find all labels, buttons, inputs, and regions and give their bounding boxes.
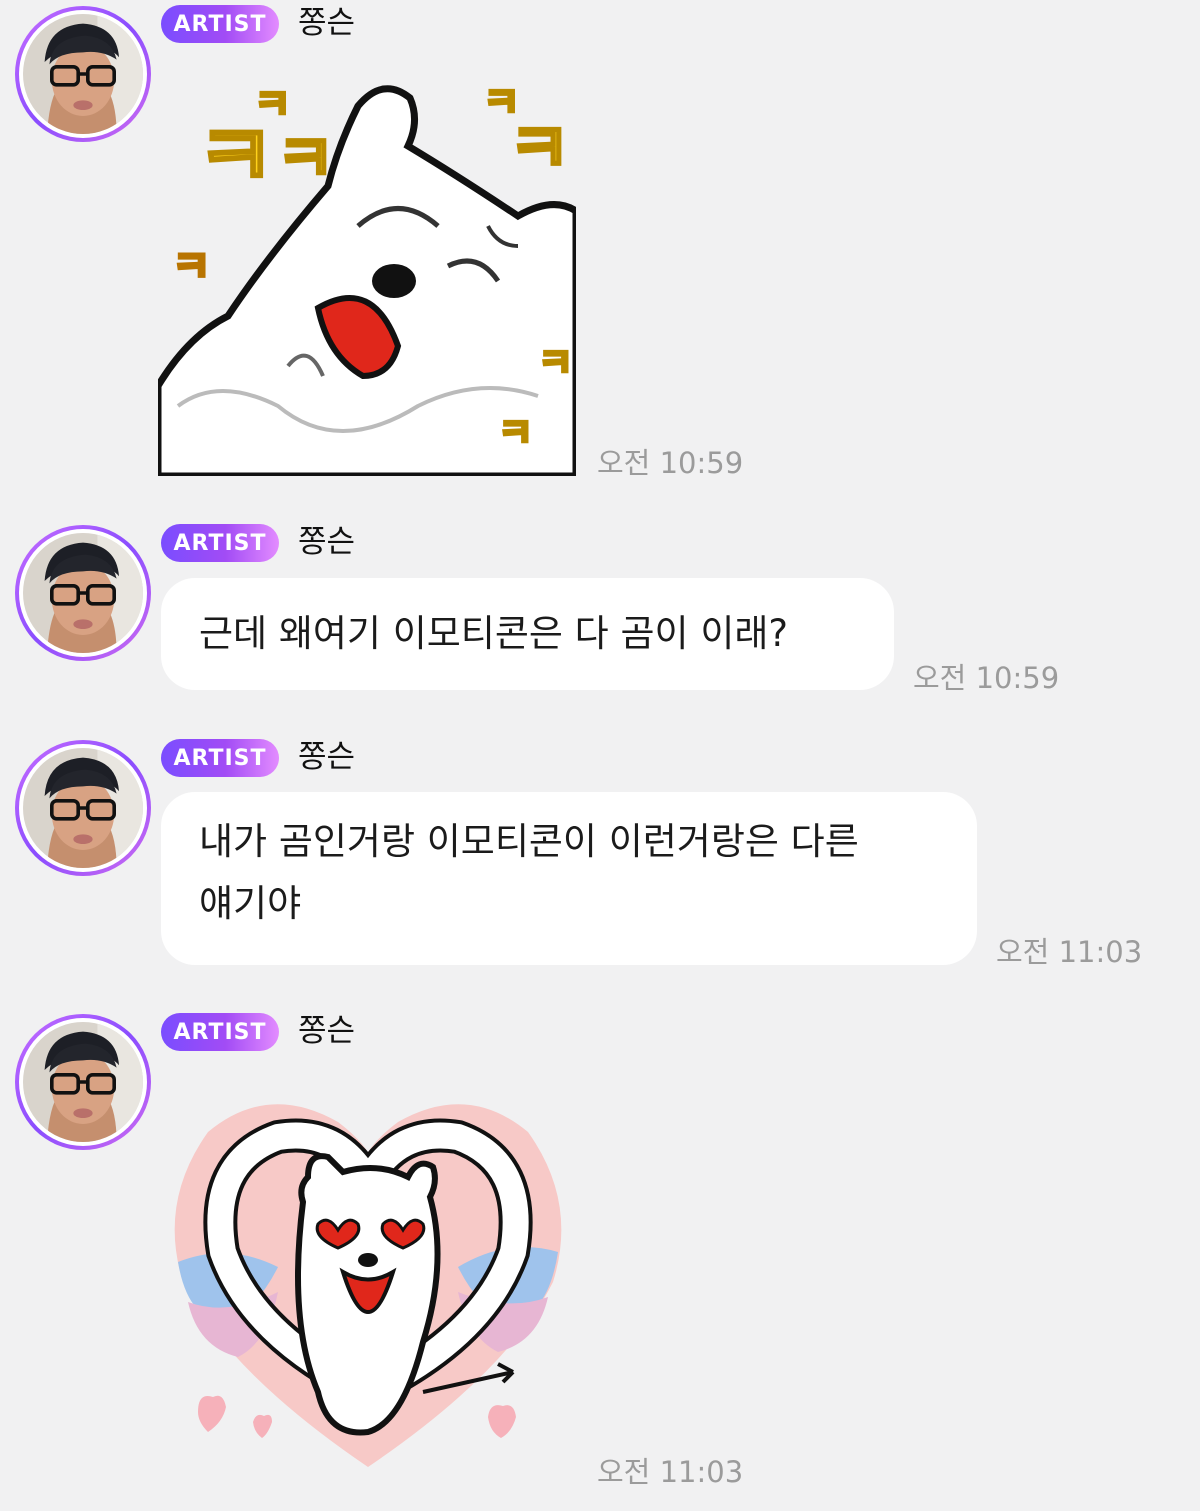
sender-name: 쫑슨 <box>298 524 356 560</box>
avatar[interactable] <box>15 1014 151 1150</box>
sticker-text: ㅋ <box>538 341 573 385</box>
message-text: 근데 왜여기 이모티콘은 다 곰이 이래? <box>199 612 789 655</box>
artist-badge: ARTIST <box>161 1013 279 1051</box>
timestamp: 오전 10:59 <box>597 446 744 480</box>
timestamp: 오전 11:03 <box>996 935 1143 969</box>
avatar[interactable] <box>15 740 151 876</box>
message-text-line: 얘기야 <box>199 882 302 925</box>
message-bubble[interactable]: 근데 왜여기 이모티콘은 다 곰이 이래? <box>161 578 894 690</box>
sticker-text: ㅋ <box>172 242 211 291</box>
avatar-photo-icon <box>23 533 143 653</box>
avatar-photo-icon <box>23 1022 143 1142</box>
message-bubble[interactable]: 내가 곰인거랑 이모티콘이 이런거랑은 다른 얘기야 <box>161 792 977 965</box>
avatar-photo-icon <box>23 14 143 134</box>
avatar-photo-icon <box>23 748 143 868</box>
message-text-line: 내가 곰인거랑 이모티콘이 이런거랑은 다른 <box>199 820 859 863</box>
sticker-text: ㅋ <box>254 82 291 128</box>
sticker-text: ㅋ <box>498 411 533 455</box>
timestamp: 오전 11:03 <box>597 1455 744 1489</box>
sticker-text: ㅋ <box>276 123 335 197</box>
artist-badge: ARTIST <box>161 739 279 777</box>
avatar[interactable] <box>15 525 151 661</box>
sender-name: 쫑슨 <box>298 5 356 41</box>
sticker-text: ㅋ <box>508 110 571 189</box>
artist-badge: ARTIST <box>161 524 279 562</box>
avatar[interactable] <box>15 6 151 142</box>
sender-name: 쫑슨 <box>298 1013 356 1049</box>
sender-name: 쫑슨 <box>298 739 356 775</box>
timestamp: 오전 10:59 <box>913 661 1060 695</box>
heart-cupid-bear-sticker[interactable] <box>168 1092 568 1477</box>
laughing-bear-sticker[interactable]: ㅋ ㅋ ㅋ ㅋ ㅋ ㅋ ㅋ ㅋ <box>158 76 576 476</box>
artist-badge: ARTIST <box>161 5 279 43</box>
